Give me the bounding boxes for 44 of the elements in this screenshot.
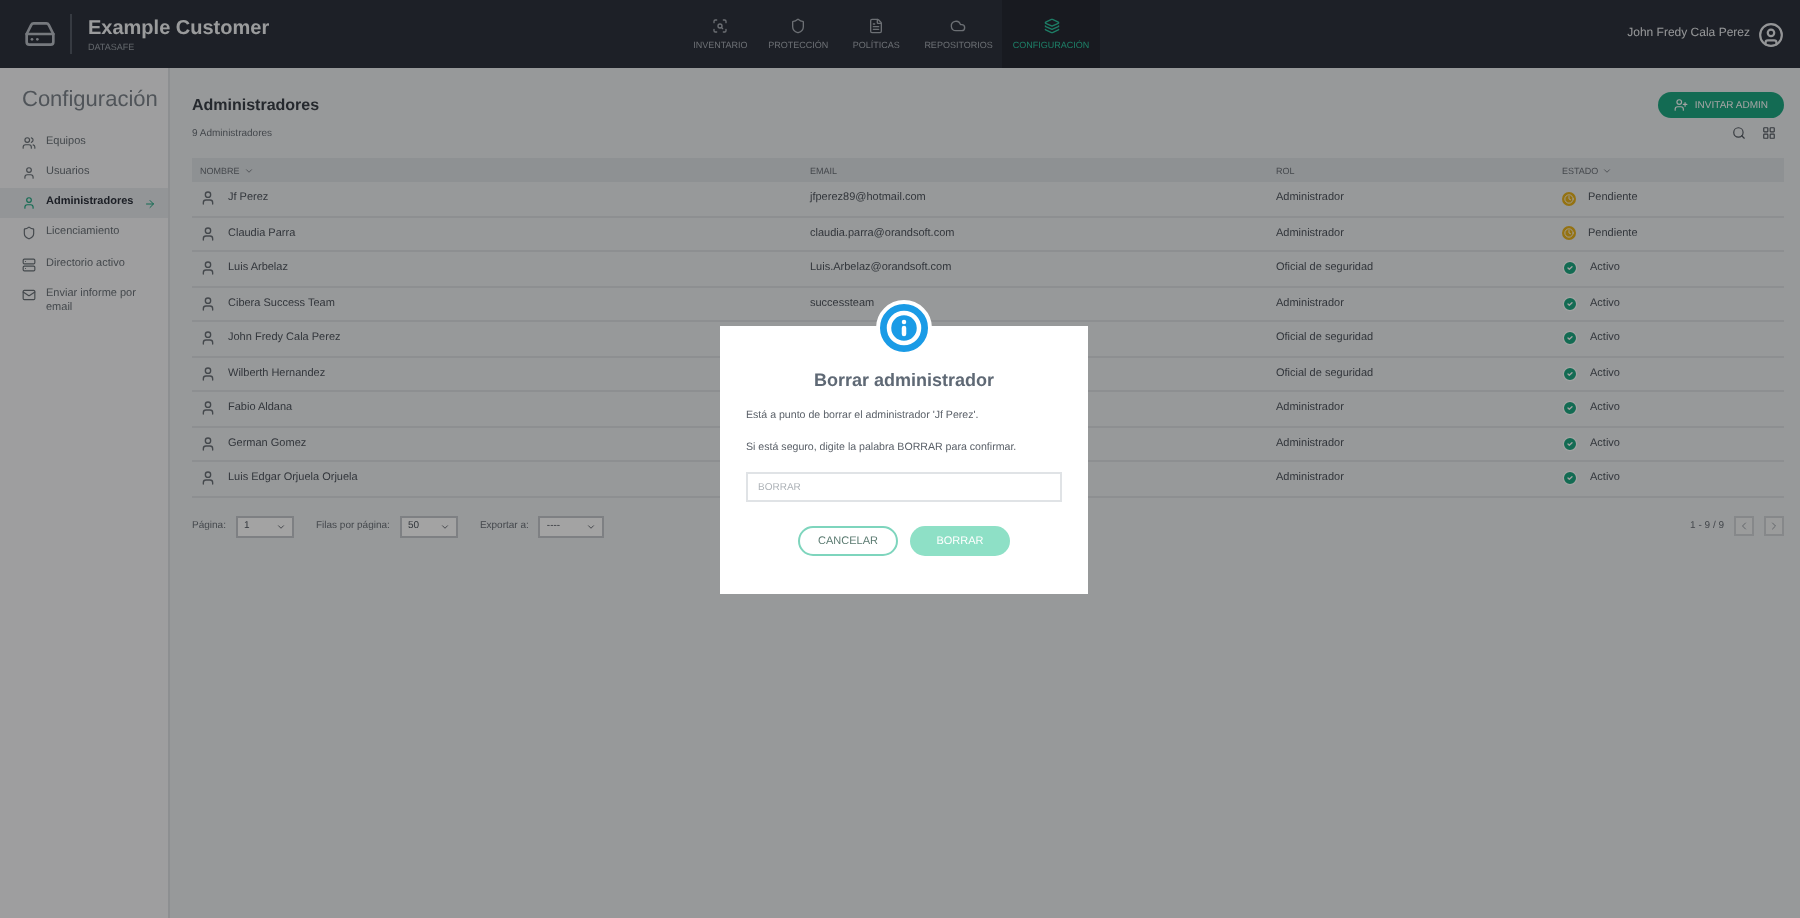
sidebar-title: Configuración [20,88,160,112]
user-icon [200,295,216,312]
user-avatar-icon[interactable] [1758,21,1784,47]
users-icon [22,136,36,150]
caret-icon [439,521,450,531]
check-icon [1562,295,1578,312]
chevron-right-icon [1768,520,1780,532]
caret-icon [586,521,597,531]
dialog-title: Borrar administrador [811,370,997,390]
columns-icon[interactable] [1762,126,1776,140]
document-icon [868,18,885,34]
check-icon [1562,330,1578,347]
user-icon [200,470,216,487]
user-icon [200,225,216,242]
user-icon [22,196,36,211]
cloud-icon [950,18,967,34]
shield-icon [790,18,807,34]
arrow-icon [143,198,156,211]
server-icon [22,257,36,272]
page-title: Administradores [192,96,320,114]
clock-icon [1562,226,1576,241]
search-icon[interactable] [1732,126,1746,140]
chevron-left-icon [1738,520,1750,532]
user-icon [22,166,36,181]
layers-icon [1043,18,1059,34]
drive-icon [23,18,55,50]
scan-icon [712,18,729,34]
check-icon [1562,400,1578,417]
caret-icon [275,521,286,531]
user-icon [200,260,216,277]
user-icon [200,365,216,382]
check-icon [1562,260,1578,277]
user-icon [200,330,216,347]
user-icon [200,435,216,452]
mail-icon [22,287,36,302]
check-icon [1562,365,1578,382]
shield-icon [22,226,36,241]
user-icon [200,190,216,207]
user-icon [200,400,216,417]
check-icon [1562,435,1578,452]
user-plus-icon [1674,98,1689,112]
check-icon [1562,470,1578,487]
brand-name: Example Customer [88,17,270,39]
clock-icon [1562,191,1576,206]
